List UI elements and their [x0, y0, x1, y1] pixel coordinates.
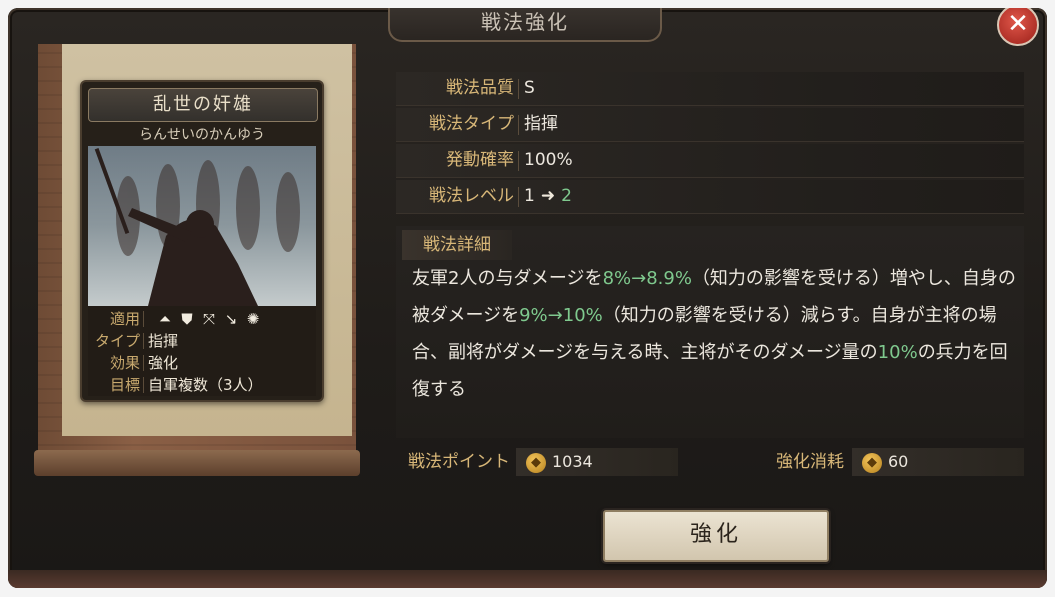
type-label: 戦法タイプ [429, 114, 514, 134]
stat-row-apply: 適用 ⏶ ⛊ ⤧ ↘ ✺ [88, 308, 316, 330]
detail-description: 友軍2人の与ダメージを8%→8.9%（知力の影響を受ける）増やし、自身の被ダメー… [412, 260, 1020, 408]
stat-row-type: タイプ 指揮 [88, 330, 316, 352]
card-name: 乱世の奸雄 [88, 88, 318, 122]
close-button[interactable]: ✕ [997, 8, 1039, 46]
stat-row-target: 目標 自軍複数（3人） [88, 374, 316, 396]
type-value: 指揮 [524, 114, 558, 134]
detail-value-highlight: 9%→10% [519, 305, 603, 326]
stat-key: 効果 [109, 354, 140, 372]
dialog-title: 戦法強化 [388, 8, 662, 42]
scroll-roller [34, 450, 360, 476]
consume-row: 強化消耗 ◆ 60 [736, 448, 1024, 476]
arrow-right-icon: ➜ [540, 186, 556, 206]
row-divider [518, 151, 519, 171]
stat-divider [143, 355, 144, 371]
stat-key: タイプ [94, 332, 140, 350]
tactic-point-icon: ◆ [862, 452, 882, 473]
level-label: 戦法レベル [429, 186, 514, 206]
rate-value: 100% [524, 150, 573, 170]
card-artwork [88, 146, 316, 306]
stat-divider [143, 311, 144, 327]
tactic-card: 乱世の奸雄 らんせいのかんゆう 適用 ⏶ ⛊ ⤧ ↘ ✺ タイプ 指揮 効果 強… [80, 80, 324, 402]
stat-key: 適用 [109, 310, 140, 328]
quality-value: S [524, 78, 535, 98]
card-stats: 適用 ⏶ ⛊ ⤧ ↘ ✺ タイプ 指揮 効果 強化 目標 自軍複数（3人） [88, 306, 316, 396]
points-label: 戦法ポイント [408, 452, 510, 472]
enhance-button[interactable]: 強化 [603, 510, 829, 562]
spear-icon: ↘ [224, 310, 238, 328]
detail-text-part: 友軍2人の与ダメージを [412, 268, 603, 289]
stat-key: 目標 [109, 376, 140, 394]
stat-row-effect: 効果 強化 [88, 352, 316, 374]
bow-icon: ⤧ [202, 310, 215, 328]
tactic-point-icon: ◆ [526, 452, 546, 473]
cavalry-icon: ⏶ [158, 310, 171, 328]
detail-panel: 戦法詳細 友軍2人の与ダメージを8%→8.9%（知力の影響を受ける）増やし、自身… [396, 226, 1024, 438]
level-value: 1 ➜ 2 [524, 180, 572, 213]
stat-divider [143, 333, 144, 349]
wheel-icon: ✺ [246, 310, 260, 328]
card-reading: らんせいのかんゆう [139, 127, 265, 143]
rate-label: 発動確率 [446, 150, 514, 170]
detail-heading: 戦法詳細 [402, 230, 512, 260]
unit-type-icons: ⏶ ⛊ ⤧ ↘ ✺ [154, 310, 264, 330]
info-row-level: 戦法レベル 1 ➜ 2 [396, 180, 1024, 214]
row-divider [518, 115, 519, 135]
stat-value: 指揮 [148, 332, 179, 350]
row-divider [518, 79, 519, 99]
level-to: 2 [561, 186, 572, 206]
level-from: 1 [524, 186, 535, 206]
enhance-dialog: 戦法強化 ✕ 乱世の奸雄 らんせいのかんゆう 適用 ⏶ ⛊ ⤧ ↘ ✺ タイプ … [8, 8, 1047, 588]
points-value: 1034 [552, 452, 593, 471]
stat-value: 自軍複数（3人） [148, 376, 263, 394]
shield-icon: ⛊ [181, 310, 193, 328]
stat-value: 強化 [148, 354, 179, 372]
info-row-quality: 戦法品質 S [396, 72, 1024, 106]
detail-value-highlight: 10% [877, 342, 918, 363]
quality-label: 戦法品質 [446, 78, 514, 98]
consume-value: 60 [888, 452, 909, 471]
points-box: ◆ 1034 [516, 448, 678, 476]
stat-divider [143, 377, 144, 393]
detail-value-highlight: 8%→8.9% [602, 268, 692, 289]
row-divider [518, 187, 519, 207]
consume-label: 強化消耗 [776, 452, 844, 472]
points-row: 戦法ポイント ◆ 1034 [388, 448, 678, 476]
consume-box: ◆ 60 [852, 448, 1024, 476]
info-row-type: 戦法タイプ 指揮 [396, 108, 1024, 142]
info-row-rate: 発動確率 100% [396, 144, 1024, 178]
warrior-silhouette-icon [94, 148, 300, 306]
